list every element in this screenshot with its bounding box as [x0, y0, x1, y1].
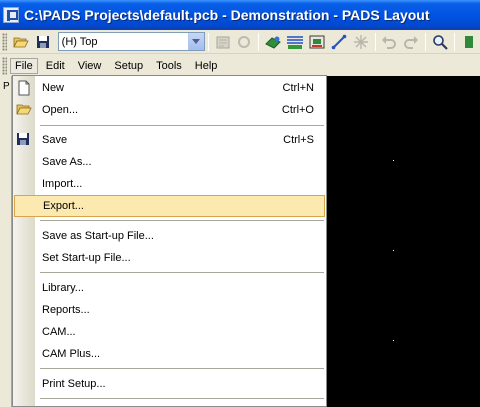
menu-item-label: Export...	[43, 200, 84, 212]
open-folder-icon[interactable]	[10, 32, 32, 52]
menu-item-save[interactable]: Save Ctrl+S	[13, 129, 326, 151]
menu-item-label: Save as Start-up File...	[42, 230, 154, 242]
properties-icon[interactable]	[212, 32, 234, 52]
menu-item-cam-plus[interactable]: CAM Plus...	[13, 343, 326, 365]
menu-separator	[40, 125, 324, 126]
zoom-icon[interactable]	[429, 32, 451, 52]
menu-item-shortcut: Ctrl+O	[281, 104, 314, 116]
cam-icon[interactable]	[306, 32, 328, 52]
menu-separator	[40, 272, 324, 273]
menu-item-library[interactable]: Library...	[13, 277, 326, 299]
layer-select[interactable]: (H) Top	[57, 32, 205, 51]
design-workspace[interactable]	[325, 76, 480, 407]
menu-item-import[interactable]: Import...	[13, 173, 326, 195]
menu-item-label: Save As...	[42, 156, 92, 168]
menu-item-shortcut: Ctrl+N	[282, 82, 314, 94]
menu-separator	[40, 220, 324, 221]
grid-point	[393, 160, 394, 161]
menu-item-label: CAM Plus...	[42, 348, 101, 360]
save-disk-icon	[16, 132, 32, 148]
menu-item-cam[interactable]: CAM...	[13, 321, 326, 343]
undo-icon[interactable]	[379, 32, 401, 52]
menu-item-label: Save	[42, 134, 68, 146]
toolbar-separator	[207, 32, 209, 51]
menu-item-label: Library...	[42, 282, 84, 294]
pads-app-icon[interactable]	[3, 7, 19, 23]
menu-item-label: CAM...	[42, 326, 76, 338]
menu-item-new[interactable]: New Ctrl+N	[13, 77, 326, 99]
menu-item-label: New	[42, 82, 65, 94]
menu-item-label: Open...	[42, 104, 79, 116]
side-panel: P	[0, 76, 12, 407]
window-title: C:\PADS Projects\default.pcb - Demonstra…	[24, 7, 430, 23]
menu-file[interactable]: File	[10, 57, 38, 74]
menu-item-label: Print Setup...	[42, 378, 106, 390]
toolbar-separator	[374, 32, 376, 51]
menu-view[interactable]: View	[73, 58, 107, 74]
design-rules-icon[interactable]	[284, 32, 306, 52]
file-menu-dropdown: New Ctrl+N Open... Ctrl+O Save Ctrl+S Sa…	[12, 75, 327, 407]
menu-item-label: Set Start-up File...	[42, 252, 131, 264]
line-icon[interactable]	[328, 32, 350, 52]
menu-item-shortcut: Ctrl+S	[283, 134, 314, 146]
cross-icon[interactable]	[350, 32, 372, 52]
menu-item-export[interactable]: Export...	[14, 195, 325, 217]
misc-icon[interactable]	[458, 32, 480, 52]
menu-item-open[interactable]: Open... Ctrl+O	[13, 99, 326, 121]
redo-icon[interactable]	[400, 32, 422, 52]
toolbar-separator	[258, 32, 260, 51]
menu-item-label: Import...	[42, 178, 83, 190]
menu-item-save-as[interactable]: Save As...	[13, 151, 326, 173]
menu-separator	[40, 368, 324, 369]
toolbar-separator	[454, 32, 456, 51]
menu-help[interactable]: Help	[190, 58, 223, 74]
menu-separator	[40, 398, 324, 399]
menu-item-print-setup[interactable]: Print Setup...	[13, 373, 326, 395]
layer-dropdown-arrow-icon[interactable]	[187, 33, 204, 50]
menu-setup[interactable]: Setup	[109, 58, 148, 74]
menu-tools[interactable]: Tools	[151, 58, 187, 74]
menu-item-reports[interactable]: Reports...	[13, 299, 326, 321]
title-bar: C:\PADS Projects\default.pcb - Demonstra…	[0, 0, 480, 30]
menubar-grip[interactable]	[2, 56, 7, 75]
save-disk-icon[interactable]	[32, 32, 54, 52]
menu-bar: File Edit View Setup Tools Help	[0, 55, 480, 76]
menu-item-save-as-startup[interactable]: Save as Start-up File...	[13, 225, 326, 247]
open-folder-icon	[16, 102, 32, 118]
toolbar-grip[interactable]	[2, 32, 7, 51]
side-panel-label: P	[3, 81, 10, 92]
menu-item-set-startup[interactable]: Set Start-up File...	[13, 247, 326, 269]
layer-select-value: (H) Top	[61, 35, 98, 48]
refresh-icon[interactable]	[234, 32, 256, 52]
route-icon[interactable]	[262, 32, 284, 52]
new-document-icon	[16, 80, 32, 96]
toolbar-separator	[425, 32, 427, 51]
menu-item-label: Reports...	[42, 304, 90, 316]
grid-point	[393, 250, 394, 251]
toolbar: (H) Top	[0, 30, 480, 54]
menu-edit[interactable]: Edit	[41, 58, 70, 74]
grid-point	[393, 340, 394, 341]
